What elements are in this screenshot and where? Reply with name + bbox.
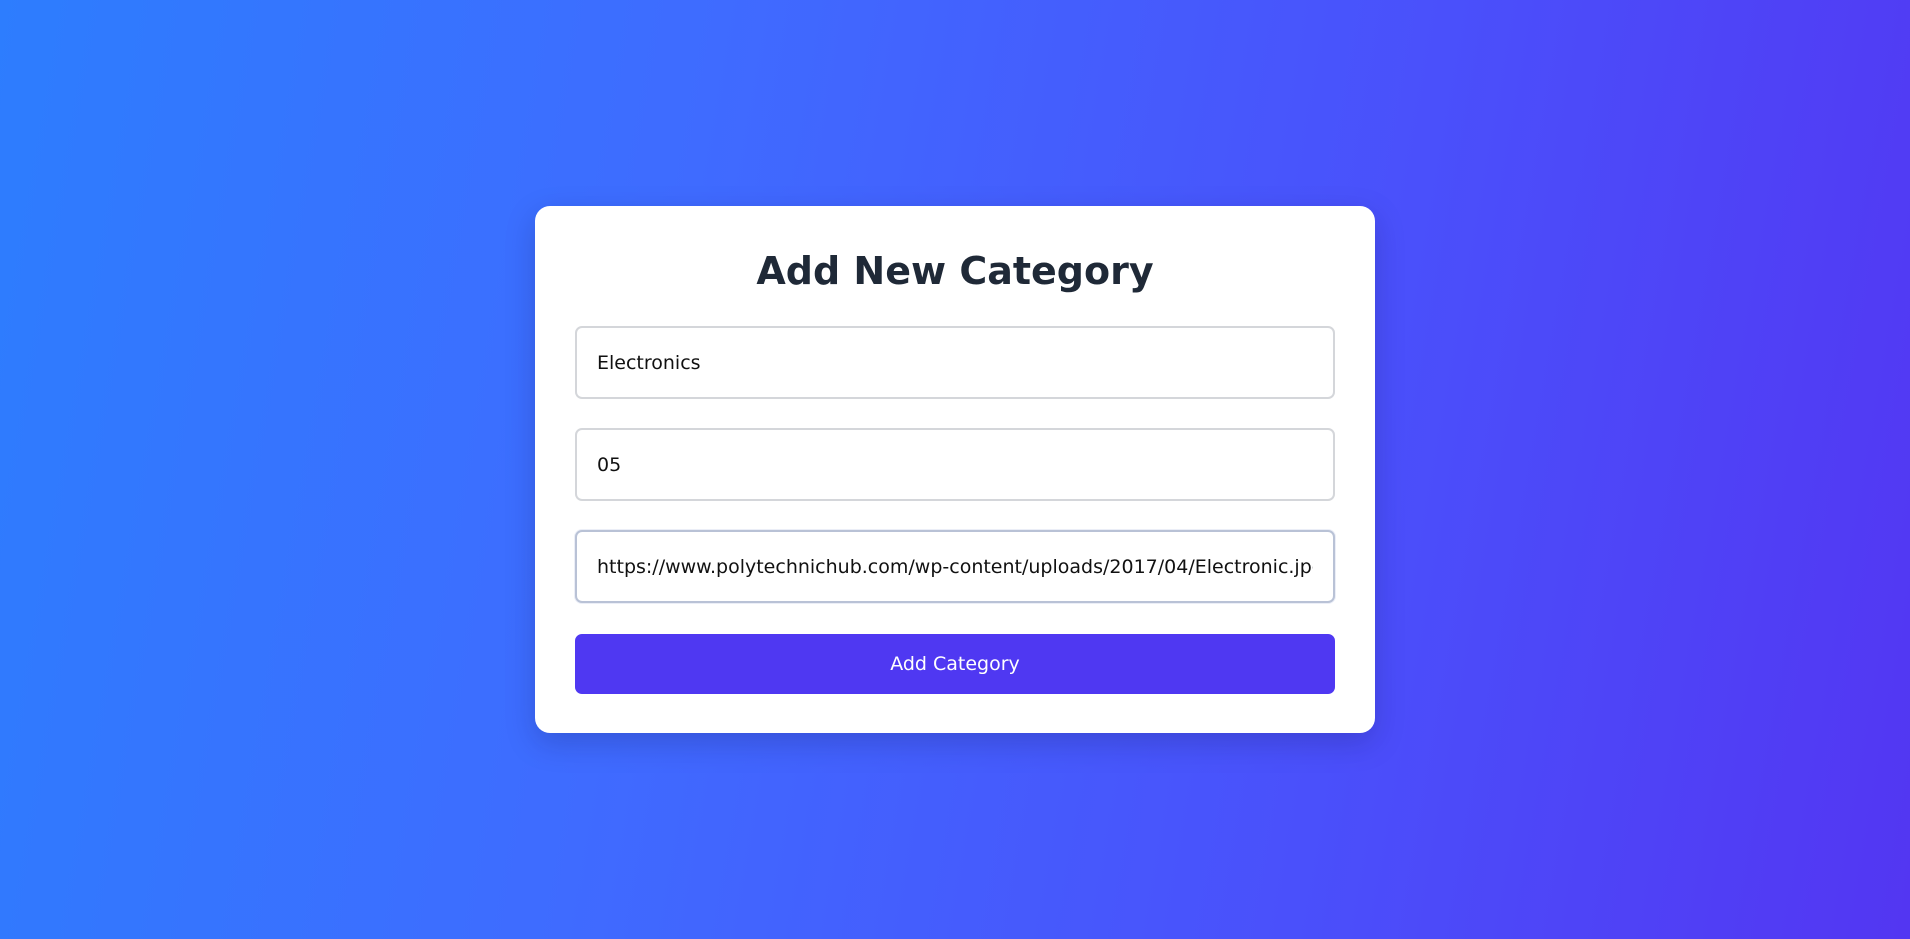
page-title: Add New Category: [756, 249, 1154, 293]
add-category-button[interactable]: Add Category: [575, 634, 1335, 694]
category-number-input[interactable]: [575, 428, 1335, 501]
add-category-card: Add New Category Add Category: [535, 206, 1375, 733]
category-name-input[interactable]: [575, 326, 1335, 399]
image-url-input[interactable]: [575, 530, 1335, 603]
